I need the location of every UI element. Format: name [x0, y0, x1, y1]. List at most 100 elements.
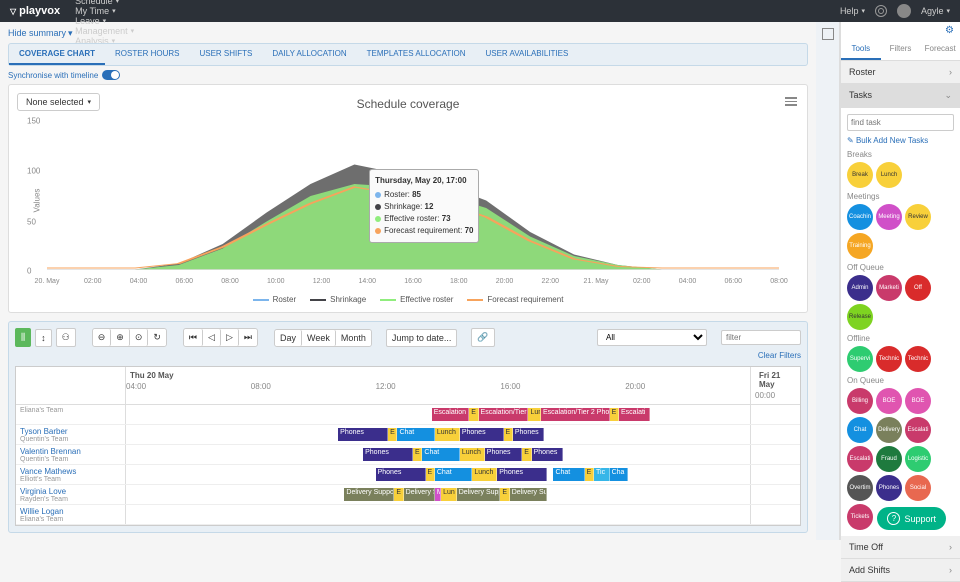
- task-bar[interactable]: Chat: [435, 468, 472, 481]
- task-pill[interactable]: Social: [905, 475, 931, 501]
- month-button[interactable]: Month: [336, 330, 371, 346]
- tab-user-availabilities[interactable]: USER AVAILABILITIES: [475, 44, 578, 65]
- timeoff-section[interactable]: Time Off: [841, 536, 960, 559]
- user-link[interactable]: Willie Logan: [20, 507, 64, 516]
- task-bar[interactable]: E: [469, 408, 478, 421]
- task-pill[interactable]: Off: [905, 275, 931, 301]
- task-pill[interactable]: Coachin: [847, 204, 873, 230]
- day-button[interactable]: Day: [275, 330, 302, 346]
- task-bar[interactable]: Delivery Sup: [510, 488, 547, 501]
- addshifts-section[interactable]: Add Shifts: [841, 559, 960, 582]
- task-bar[interactable]: E: [504, 428, 513, 441]
- task-bar[interactable]: Cha: [610, 468, 629, 481]
- side-tab-forecast[interactable]: Forecast: [920, 39, 960, 60]
- task-bar[interactable]: Tic: [594, 468, 610, 481]
- task-pill[interactable]: Admin: [847, 275, 873, 301]
- task-pill[interactable]: Training: [847, 233, 873, 259]
- task-bar[interactable]: E: [610, 408, 619, 421]
- series-dropdown[interactable]: None selected: [17, 93, 100, 111]
- task-bar[interactable]: Escalation/Tier 2 P: [479, 408, 529, 421]
- tab-daily-allocation[interactable]: DAILY ALLOCATION: [262, 44, 356, 65]
- task-bar[interactable]: Lun: [528, 408, 540, 421]
- task-pill[interactable]: Delivery: [876, 417, 902, 443]
- roster-section[interactable]: Roster: [841, 61, 960, 84]
- clear-filters-link[interactable]: Clear Filters: [15, 351, 801, 360]
- task-pill[interactable]: Release: [847, 304, 873, 330]
- task-bar[interactable]: Escalation/Tier 2 Phones: [541, 408, 610, 421]
- user-link[interactable]: Vance Mathews: [20, 467, 76, 476]
- user-link[interactable]: Valentin Brennan: [20, 447, 81, 456]
- side-tab-tools[interactable]: Tools: [841, 39, 881, 60]
- task-bar[interactable]: E: [426, 468, 435, 481]
- user-link[interactable]: Tyson Barber: [20, 427, 68, 436]
- task-bar[interactable]: Lunch: [472, 468, 497, 481]
- task-pill[interactable]: Technic: [905, 346, 931, 372]
- tasks-section[interactable]: Tasks: [841, 84, 960, 108]
- task-pill[interactable]: Meeting: [876, 204, 902, 230]
- task-bar[interactable]: Escalati: [619, 408, 650, 421]
- zoom-out-button[interactable]: ⊖: [93, 329, 112, 346]
- task-bar[interactable]: E: [500, 488, 509, 501]
- toggle-icon[interactable]: [102, 70, 120, 80]
- user-menu[interactable]: Agyle: [921, 6, 950, 16]
- task-pill[interactable]: Overtim: [847, 475, 873, 501]
- task-bar[interactable]: Phones: [460, 428, 504, 441]
- task-bar[interactable]: Delivery Supp: [457, 488, 501, 501]
- task-bar[interactable]: Chat: [422, 448, 459, 461]
- tab-roster-hours[interactable]: ROSTER HOURS: [105, 44, 189, 65]
- sync-timeline[interactable]: Synchronise with timeline: [8, 70, 808, 80]
- side-tab-filters[interactable]: Filters: [881, 39, 921, 60]
- zoom-in-button[interactable]: ⊕: [111, 329, 130, 346]
- task-pill[interactable]: Marketi: [876, 275, 902, 301]
- grid-button[interactable]: ⫼: [15, 328, 31, 347]
- task-bar[interactable]: Chat: [553, 468, 584, 481]
- task-bar[interactable]: Delivery Su: [404, 488, 435, 501]
- task-bar[interactable]: Phones: [376, 468, 426, 481]
- week-button[interactable]: Week: [302, 330, 336, 346]
- hamburger-icon[interactable]: [785, 95, 797, 108]
- bulk-add-link[interactable]: ✎ Bulk Add New Tasks: [847, 136, 954, 145]
- fit-button[interactable]: ⊙: [130, 329, 149, 346]
- task-pill[interactable]: Logistic: [905, 446, 931, 472]
- panel-icon[interactable]: [822, 28, 834, 40]
- task-bar[interactable]: Delivery Support: [344, 488, 394, 501]
- last-button[interactable]: ⏭: [239, 329, 257, 346]
- task-bar[interactable]: Phones: [485, 448, 522, 461]
- task-pill[interactable]: Escalati: [905, 417, 931, 443]
- task-bar[interactable]: E: [522, 448, 531, 461]
- sort-button[interactable]: ↕: [35, 329, 52, 347]
- task-bar[interactable]: Phones: [532, 448, 563, 461]
- task-bar[interactable]: Lunch: [460, 448, 485, 461]
- prev-button[interactable]: ◁: [203, 329, 221, 346]
- task-bar[interactable]: Phones: [513, 428, 544, 441]
- user-link[interactable]: Virginia Love: [20, 487, 66, 496]
- task-bar[interactable]: E: [585, 468, 594, 481]
- task-bar[interactable]: Chat: [397, 428, 434, 441]
- next-button[interactable]: ▷: [221, 329, 239, 346]
- task-pill[interactable]: Review: [905, 204, 931, 230]
- task-bar[interactable]: Phones: [497, 468, 547, 481]
- task-pill[interactable]: Lunch: [876, 162, 902, 188]
- task-bar[interactable]: Phones: [338, 428, 388, 441]
- jump-date-button[interactable]: Jump to date...: [386, 329, 458, 347]
- task-pill[interactable]: Chat: [847, 417, 873, 443]
- user-avatar[interactable]: [897, 4, 911, 18]
- task-bar[interactable]: Lun: [441, 488, 457, 501]
- task-pill[interactable]: Tickets: [847, 504, 873, 530]
- coverage-chart[interactable]: Values 150100500 20. May02:0004:0006:000…: [47, 121, 779, 271]
- task-bar[interactable]: Phones: [363, 448, 413, 461]
- nav-my-time[interactable]: My Time: [75, 6, 134, 16]
- tab-coverage-chart[interactable]: COVERAGE CHART: [9, 44, 105, 65]
- task-bar[interactable]: Lunch: [435, 428, 460, 441]
- task-pill[interactable]: BOE: [876, 388, 902, 414]
- task-pill[interactable]: Break: [847, 162, 873, 188]
- support-button[interactable]: Support: [877, 507, 946, 530]
- settings-icon[interactable]: ⚙: [841, 22, 960, 39]
- task-bar[interactable]: E: [388, 428, 397, 441]
- task-pill[interactable]: Fraud: [876, 446, 902, 472]
- first-button[interactable]: ⏮: [184, 329, 203, 346]
- filter-select[interactable]: All: [597, 329, 707, 346]
- task-bar[interactable]: Escalation: [432, 408, 469, 421]
- tree-button[interactable]: ⚇: [56, 328, 76, 347]
- filter-input[interactable]: [721, 330, 801, 345]
